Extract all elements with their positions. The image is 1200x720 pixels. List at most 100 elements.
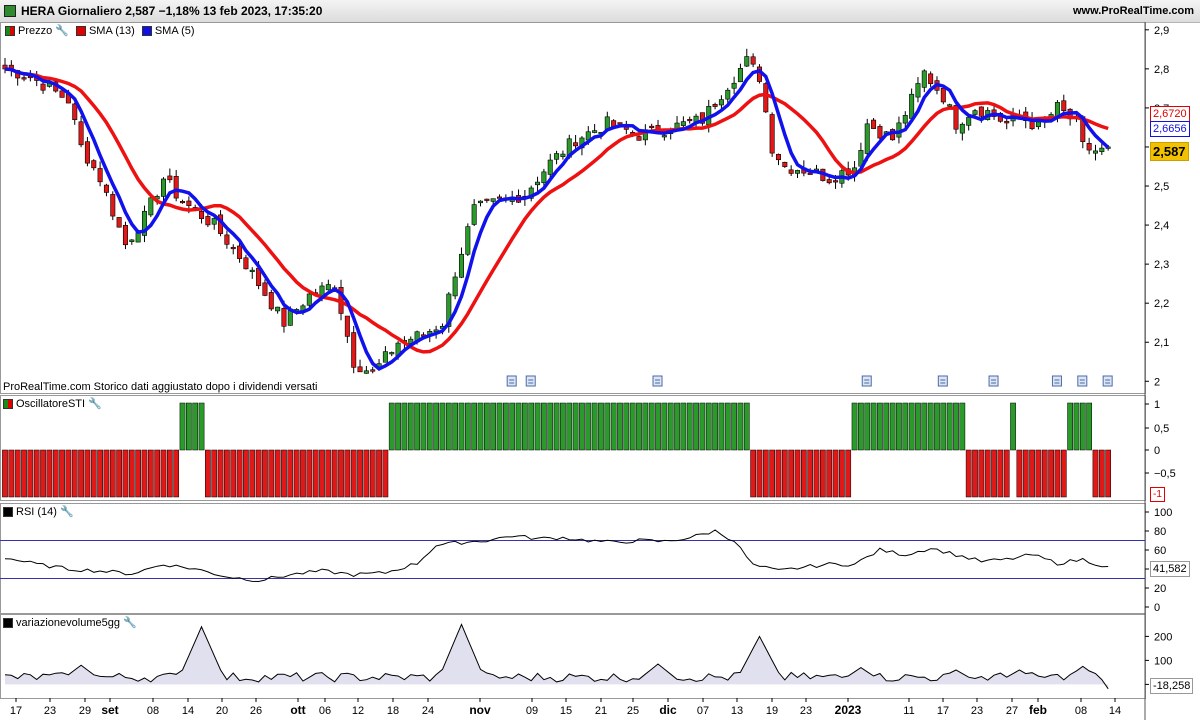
legend-sma13[interactable]: SMA (13) <box>74 25 137 37</box>
sti-bar <box>369 449 376 498</box>
sti-bar <box>109 449 116 498</box>
document-icon[interactable] <box>937 375 948 387</box>
candle <box>91 160 97 169</box>
rsi-legend[interactable]: RSI (14) 🔧 <box>3 505 74 518</box>
sti-last-label: -1 <box>1150 487 1165 502</box>
price-tick-label: 2 <box>1154 376 1160 388</box>
candle <box>199 211 205 219</box>
wrench-icon[interactable]: 🔧 <box>123 616 137 629</box>
sti-bar <box>851 402 858 451</box>
rsi-last-label: 41,582 <box>1150 561 1190 577</box>
candle <box>490 198 496 202</box>
sti-bar <box>262 449 268 498</box>
sti-bar <box>160 449 167 498</box>
price-tick-label: 2,8 <box>1154 64 1169 76</box>
document-icon[interactable] <box>525 375 536 387</box>
site-url[interactable]: www.ProRealTime.com <box>1073 5 1194 17</box>
sti-bar <box>724 402 731 451</box>
legend-price[interactable]: Prezzo 🔧 <box>3 24 71 37</box>
x-tick-label: 25 <box>627 705 639 717</box>
document-icon[interactable] <box>652 375 663 387</box>
wrench-icon[interactable]: 🔧 <box>60 505 74 518</box>
sti-bar <box>33 449 40 498</box>
wrench-icon[interactable]: 🔧 <box>88 397 102 410</box>
sti-bar <box>217 449 224 498</box>
sti-bar <box>781 449 788 498</box>
x-tick-label: 18 <box>387 705 399 717</box>
candle <box>915 83 921 98</box>
sti-bar <box>71 449 78 498</box>
vol-legend[interactable]: variazionevolume5gg 🔧 <box>3 616 137 629</box>
candle <box>1099 147 1105 152</box>
sti-bar <box>464 402 471 451</box>
sti-bar <box>21 449 27 498</box>
candle <box>129 239 135 242</box>
candle <box>928 73 934 85</box>
candle <box>649 125 655 128</box>
document-icon[interactable] <box>1051 375 1062 387</box>
sti-bar <box>737 402 744 451</box>
candle <box>477 200 483 204</box>
candle <box>725 89 731 100</box>
candle <box>826 179 832 184</box>
sti-bar <box>991 449 997 498</box>
sti-bar <box>122 449 129 498</box>
sti-bar <box>1098 449 1105 498</box>
price-legend: Prezzo 🔧 SMA (13) SMA (5) <box>3 24 197 37</box>
sti-bar <box>1003 449 1010 498</box>
x-tick-label: 17 <box>937 705 949 717</box>
candle <box>782 161 788 167</box>
candle <box>249 269 255 272</box>
candle <box>1035 121 1041 128</box>
sti-bar <box>648 402 655 451</box>
sti-bar <box>293 449 300 498</box>
candle <box>909 93 915 119</box>
x-tick-label: 08 <box>147 705 159 717</box>
candle <box>370 369 376 372</box>
legend-sma5[interactable]: SMA (5) <box>140 25 197 37</box>
sti-bar <box>839 449 845 498</box>
candle <box>940 87 946 103</box>
candle <box>110 194 116 217</box>
candle <box>972 110 978 115</box>
document-icon[interactable] <box>1102 375 1113 387</box>
candle <box>268 292 274 310</box>
sti-legend[interactable]: OscillatoreSTI 🔧 <box>3 397 102 410</box>
sti-bar <box>166 449 173 498</box>
sti-bar <box>154 449 161 498</box>
sti-bars <box>2 402 1112 498</box>
sti-bar <box>528 402 535 451</box>
chart-area[interactable]: 2,92,82,72,62,52,42,32,22,1210,50−0,5100… <box>0 22 1200 720</box>
sti-bar <box>756 449 763 498</box>
candle <box>877 126 883 139</box>
sti-bar <box>813 449 820 498</box>
candle <box>78 121 84 146</box>
legend-sma13-label: SMA (13) <box>88 24 135 37</box>
panel-frame <box>0 614 1146 699</box>
price-tick-label: 2,3 <box>1154 259 1169 271</box>
candle <box>122 224 128 246</box>
candle <box>744 56 750 67</box>
candle <box>465 226 471 255</box>
document-icon[interactable] <box>861 375 872 387</box>
document-icon[interactable] <box>988 375 999 387</box>
wrench-icon[interactable]: 🔧 <box>55 24 69 37</box>
sti-bar <box>661 402 668 451</box>
sma13-line <box>4 67 1109 354</box>
candle <box>59 90 65 98</box>
candle <box>1004 120 1010 124</box>
sti-bar <box>8 449 15 498</box>
document-icon[interactable] <box>1077 375 1088 387</box>
sti-bar <box>350 449 357 498</box>
event-icons[interactable] <box>506 375 1113 387</box>
document-icon[interactable] <box>506 375 517 387</box>
sti-bar <box>509 402 516 451</box>
volume-panel <box>4 623 1109 690</box>
sti-bar <box>331 449 338 498</box>
candle <box>471 204 477 225</box>
volume-area <box>5 624 1109 689</box>
x-tick-label: 23 <box>44 705 56 717</box>
sti-bar <box>1054 449 1061 498</box>
candle <box>135 232 141 243</box>
vol-tick-label: 100 <box>1154 655 1172 667</box>
